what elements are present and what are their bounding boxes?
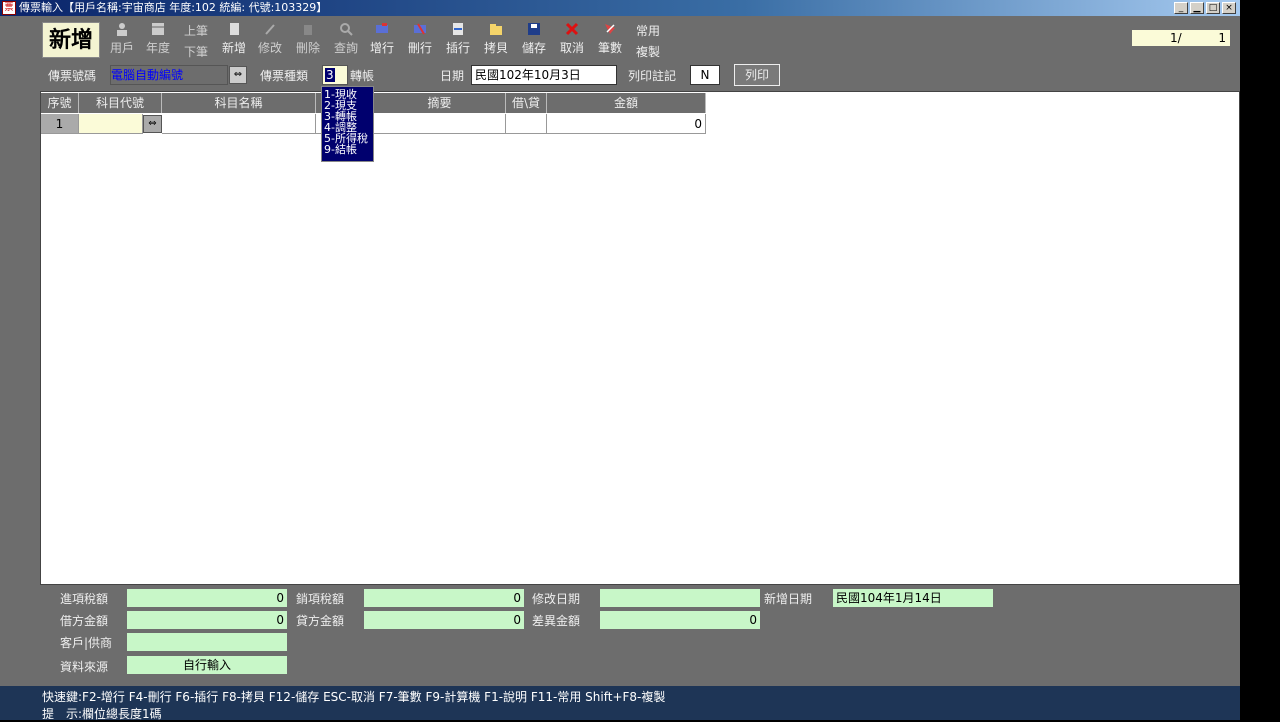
calendar-icon <box>152 23 164 35</box>
toolbar-add-row-button[interactable]: 增行 <box>364 20 400 58</box>
toolbar-edit-button[interactable]: 修改 <box>252 20 288 58</box>
voucher-no-label: 傳票號碼 <box>48 69 97 83</box>
output-tax-field: 0 <box>364 589 524 607</box>
cancel-icon <box>565 22 579 36</box>
credit-total-label: 貸方金額 <box>296 614 345 628</box>
close-button[interactable]: × <box>1222 2 1236 14</box>
edit-icon <box>265 24 275 35</box>
column-header-seq: 序號 <box>41 93 79 113</box>
voucher-no-picker-icon[interactable]: ⇔ <box>229 66 247 84</box>
credit-total-field: 0 <box>364 611 524 629</box>
status-bar: 快速鍵:F2-增行 F4-刪行 F6-插行 F8-拷貝 F12-儲存 ESC-取… <box>0 686 1240 721</box>
created-date-label: 新增日期 <box>764 592 813 606</box>
count-icon <box>605 24 615 34</box>
search-icon <box>340 23 353 36</box>
window-title: 傳票輸入【用戶名稱:宇宙商店 年度:102 統編: 代號:103329】 <box>19 1 328 14</box>
row-account-name-cell[interactable] <box>162 114 316 134</box>
toolbar-count-button[interactable]: 筆數 <box>592 20 628 58</box>
app-icon: 票 <box>2 1 16 15</box>
customer-supplier-field <box>127 633 287 651</box>
customer-supplier-label: 客戶|供商 <box>60 636 113 650</box>
prev-record-label[interactable]: 上筆 <box>178 22 214 39</box>
row-account-code-cell[interactable] <box>79 114 143 134</box>
input-tax-label: 進項稅額 <box>60 592 109 606</box>
maximize-button[interactable]: □ <box>1206 2 1220 14</box>
insert-row-icon <box>453 23 463 35</box>
modified-date-field <box>600 589 760 607</box>
modified-date-label: 修改日期 <box>532 592 581 606</box>
toolbar-year-button[interactable]: 年度 <box>140 20 176 58</box>
voucher-no-field[interactable]: 電腦自動編號 <box>110 65 228 85</box>
print-button[interactable]: 列印 <box>734 64 780 86</box>
voucher-type-dropdown[interactable]: 1-現收 2-現支 3-轉帳 4-調整 5-所得稅 9-結帳 <box>321 86 374 162</box>
minimize-icon[interactable]: ▁ <box>1190 2 1204 14</box>
toolbar-search-button[interactable]: 查詢 <box>328 20 364 58</box>
delete-row-icon <box>414 23 426 35</box>
user-icon <box>117 23 127 36</box>
shortcut-keys-text: 快速鍵:F2-增行 F4-刪行 F6-插行 F8-拷貝 F12-儲存 ESC-取… <box>42 690 666 704</box>
output-tax-label: 銷項稅額 <box>296 592 345 606</box>
toolbar-prev-next-button[interactable]: 上筆 下筆 <box>178 20 214 60</box>
data-source-label: 資料來源 <box>60 660 109 674</box>
row-memo-cell[interactable] <box>374 114 506 134</box>
created-date-field: 民國104年1月14日 <box>833 589 993 607</box>
print-flag-field[interactable]: N <box>690 65 720 85</box>
duplicate-label[interactable]: 複製 <box>630 43 666 60</box>
save-icon <box>528 23 540 35</box>
row-debit-credit-cell[interactable] <box>506 114 547 134</box>
column-header-memo: 摘要 <box>374 93 506 113</box>
date-label: 日期 <box>440 69 465 83</box>
toolbar-save-button[interactable]: 儲存 <box>516 20 552 58</box>
toolbar-duplicate-button[interactable]: 常用 複製 <box>630 20 666 60</box>
toolbar-delete-button[interactable]: 刪除 <box>290 20 326 58</box>
toolbar-cancel-button[interactable]: 取消 <box>554 20 590 58</box>
toolbar-delete-row-button[interactable]: 刪行 <box>402 20 438 58</box>
delete-icon <box>304 25 312 35</box>
minimize-button[interactable]: _ <box>1174 2 1188 14</box>
record-current: 1/ <box>1170 31 1182 45</box>
record-total: 1 <box>1218 31 1226 45</box>
voucher-type-label: 傳票種類 <box>260 69 309 83</box>
voucher-type-field[interactable]: 3 <box>322 65 348 85</box>
screen-border <box>1240 0 1280 720</box>
toolbar-insert-row-button[interactable]: 插行 <box>440 20 476 58</box>
next-record-label[interactable]: 下筆 <box>178 43 214 60</box>
toolbar-copy-button[interactable]: 拷貝 <box>478 20 514 58</box>
date-field[interactable]: 民國102年10月3日 <box>471 65 617 85</box>
column-header-account-name: 科目名稱 <box>162 93 316 113</box>
new-doc-icon <box>230 23 239 35</box>
difference-field: 0 <box>600 611 760 629</box>
mode-label: 新增 <box>42 22 100 58</box>
print-flag-label: 列印註記 <box>628 69 677 83</box>
row-amount-cell[interactable]: 0 <box>547 114 706 134</box>
voucher-type-option[interactable]: 9-結帳 <box>322 144 373 155</box>
column-header-account-code: 科目代號 <box>79 93 162 113</box>
voucher-type-text: 轉帳 <box>350 69 375 83</box>
record-counter: 1/ 1 <box>1132 30 1230 46</box>
common-label[interactable]: 常用 <box>630 22 666 39</box>
column-header-amount: 金額 <box>547 93 706 113</box>
toolbar-user-button[interactable]: 用戶 <box>104 20 140 58</box>
difference-label: 差異金額 <box>532 614 581 628</box>
copy-icon <box>490 24 502 35</box>
input-tax-field: 0 <box>127 589 287 607</box>
row-seq-cell: 1 <box>41 114 79 134</box>
hint-text: 提 示:欄位總長度1碼 <box>42 707 162 721</box>
column-header-debit-credit: 借\貸 <box>506 93 547 113</box>
voucher-detail-grid <box>40 91 1240 585</box>
toolbar-new-button[interactable]: 新增 <box>216 20 252 58</box>
data-source-field: 自行輸入 <box>127 656 287 674</box>
account-picker-icon[interactable]: ⇔ <box>143 115 162 133</box>
voucher-type-value: 3 <box>325 68 335 82</box>
debit-total-label: 借方金額 <box>60 614 109 628</box>
title-bar: 票 傳票輸入【用戶名稱:宇宙商店 年度:102 統編: 代號:103329】 _… <box>0 0 1240 16</box>
debit-total-field: 0 <box>127 611 287 629</box>
add-row-icon <box>376 23 388 33</box>
